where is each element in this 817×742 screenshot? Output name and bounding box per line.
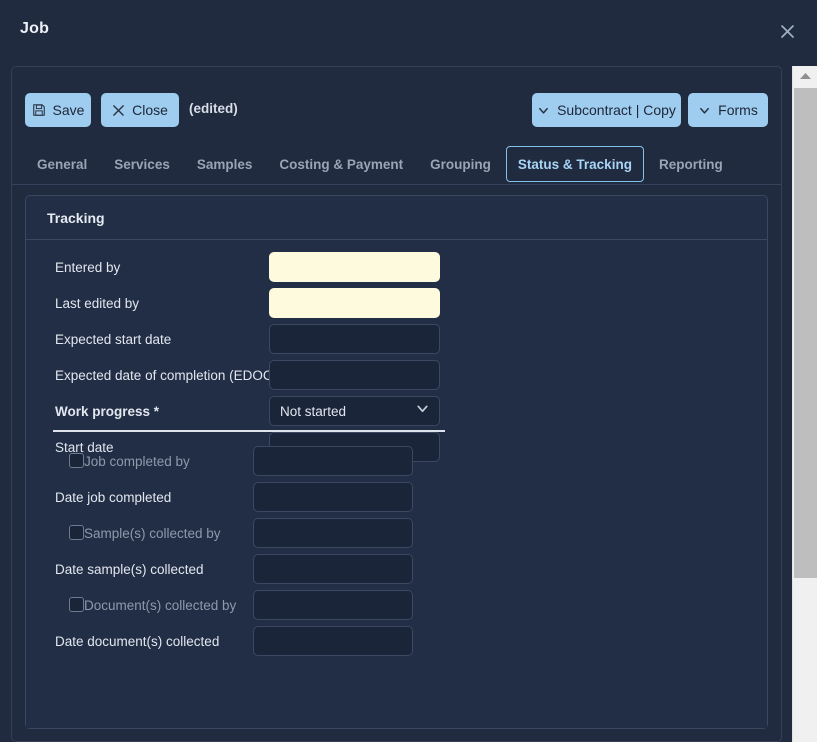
tab-status-tracking[interactable]: Status & Tracking: [505, 146, 644, 182]
tab-label: General: [37, 156, 88, 172]
input-expected-start-date[interactable]: [269, 324, 440, 354]
field-label: Document(s) collected by: [84, 597, 237, 613]
subcontract-copy-button[interactable]: Subcontract | Copy: [532, 93, 681, 127]
checkbox-job-completed-by[interactable]: [69, 453, 84, 468]
window-header: Job: [0, 0, 817, 61]
form-row-entered-by: Entered by: [55, 252, 120, 282]
window-title: Job: [20, 20, 50, 37]
x-icon: [112, 104, 125, 117]
field-label: Work progress *: [55, 403, 160, 419]
input-date-documents-collected[interactable]: [253, 626, 413, 656]
tracking-card-header: Tracking: [26, 196, 767, 240]
tab-services[interactable]: Services: [102, 146, 182, 182]
scrollbar-thumb[interactable]: [794, 88, 817, 578]
close-button[interactable]: Close: [101, 93, 179, 127]
field-label: Expected date of completion (EDOC): [55, 367, 278, 383]
tab-general[interactable]: General: [25, 146, 99, 182]
chevron-down-icon: [415, 401, 430, 421]
field-label: Job completed by: [84, 453, 190, 469]
close-button-label: Close: [132, 102, 168, 118]
tab-reporting[interactable]: Reporting: [647, 146, 735, 182]
save-button-label: Save: [52, 102, 85, 118]
tab-label: Services: [114, 156, 170, 172]
input-date-job-completed[interactable]: [253, 482, 413, 512]
close-icon[interactable]: [777, 21, 797, 41]
field-label: Last edited by: [55, 295, 140, 311]
input-date-samples-collected[interactable]: [253, 554, 413, 584]
field-label: Date sample(s) collected: [55, 561, 204, 577]
input-documents-collected-by[interactable]: [253, 590, 413, 620]
form-row-expected-start-date: Expected start date: [55, 324, 171, 354]
chevron-down-icon: [537, 104, 550, 117]
form-row-date-documents-collected: Date document(s) collected: [55, 626, 219, 656]
tab-label: Reporting: [658, 156, 723, 172]
checkbox-documents-collected-by[interactable]: [69, 597, 84, 612]
tab-bar: General Services Samples Costing & Payment G…: [12, 141, 781, 185]
edited-status: (edited): [189, 101, 238, 116]
field-label: Entered by: [55, 259, 121, 275]
subcontract-copy-label: Subcontract | Copy: [557, 102, 676, 118]
input-samples-collected-by[interactable]: [253, 518, 413, 548]
select-value: Not started: [280, 403, 347, 419]
input-job-completed-by[interactable]: [253, 446, 413, 476]
content-panel: Save Close (edited) Subcontract | Copy F…: [11, 66, 782, 742]
input-entered-by[interactable]: [269, 252, 440, 282]
tab-costing-payment[interactable]: Costing & Payment: [267, 146, 415, 182]
toolbar: Save Close (edited) Subcontract | Copy F…: [12, 67, 781, 141]
form-row-work-progress: Work progress *: [55, 396, 159, 426]
tab-label: Status & Tracking: [517, 156, 632, 172]
select-work-progress[interactable]: Not started: [269, 396, 440, 426]
tab-label: Samples: [196, 156, 253, 172]
scroll-up-arrow-icon[interactable]: [793, 66, 817, 86]
input-expected-date-of-completion-edoc[interactable]: [269, 360, 440, 390]
tracking-card: Tracking Entered by Last edited by Expecte…: [25, 195, 768, 729]
tab-label: Grouping: [430, 156, 491, 172]
input-last-edited-by[interactable]: [269, 288, 440, 318]
field-label: Expected start date: [55, 331, 172, 347]
tab-grouping[interactable]: Grouping: [418, 146, 503, 182]
floppy-disk-icon: [32, 103, 46, 117]
tab-samples[interactable]: Samples: [185, 146, 265, 182]
form-row-documents-collected-by: Document(s) collected by: [84, 590, 236, 620]
forms-button[interactable]: Forms: [688, 93, 768, 127]
tracking-card-title: Tracking: [47, 209, 105, 226]
vertical-scrollbar[interactable]: [792, 66, 817, 742]
save-button[interactable]: Save: [25, 93, 91, 127]
form-row-date-job-completed: Date job completed: [55, 482, 171, 512]
forms-label: Forms: [718, 102, 758, 118]
field-label: Date job completed: [55, 489, 172, 505]
form-row-job-completed-by: Job completed by: [84, 446, 190, 476]
form-row-date-samples-collected: Date sample(s) collected: [55, 554, 204, 584]
field-label: Date document(s) collected: [55, 633, 220, 649]
field-label: Sample(s) collected by: [84, 525, 221, 541]
tracking-form: Entered by Last edited by Expected start d…: [26, 240, 767, 728]
checkbox-samples-collected-by[interactable]: [69, 525, 84, 540]
tab-label: Costing & Payment: [279, 156, 404, 172]
chevron-down-icon: [698, 104, 711, 117]
form-row-samples-collected-by: Sample(s) collected by: [84, 518, 221, 548]
form-row-last-edited-by: Last edited by: [55, 288, 139, 318]
form-row-expected-date-of-completion-edoc: Expected date of completion (EDOC): [55, 360, 277, 390]
